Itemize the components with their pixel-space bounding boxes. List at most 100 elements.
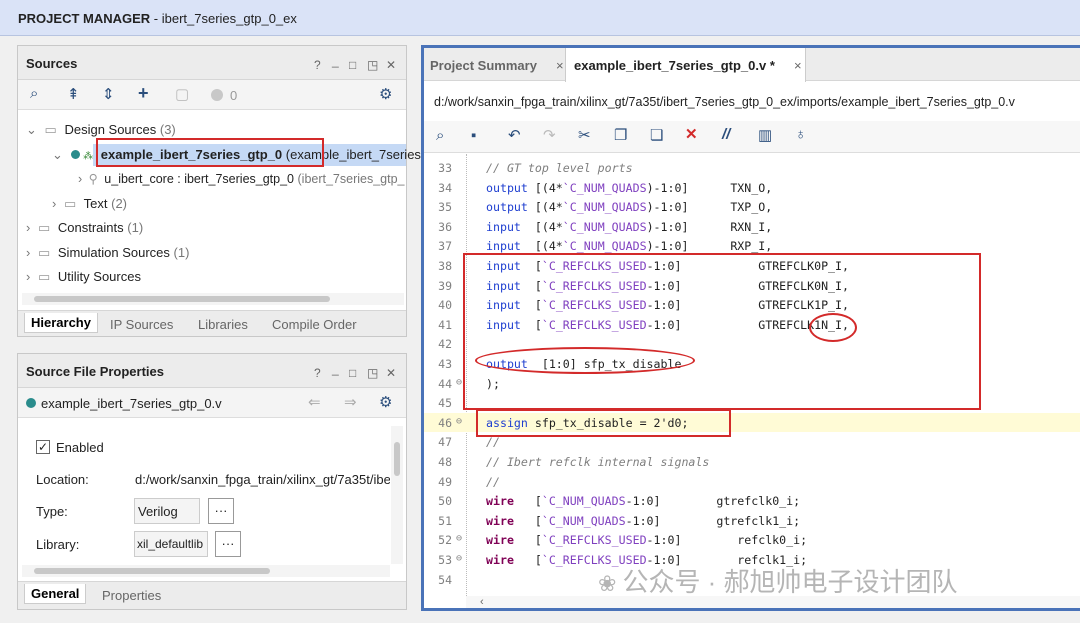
file-name: example_ibert_7series_gtp_0.v — [41, 396, 222, 411]
minimize-button[interactable]: _ — [332, 54, 339, 68]
delete-icon[interactable]: ✕ — [685, 125, 698, 143]
tree-utility[interactable]: › ▭ Utility Sources — [26, 269, 141, 285]
forward-arrow-icon[interactable]: ⇒ — [344, 393, 357, 411]
properties-toolbar: example_ibert_7series_gtp_0.v ⇐ ⇒ ⚙ — [18, 388, 406, 418]
code-line-48[interactable]: 48 // Ibert refclk internal signals — [424, 452, 1080, 472]
code-line-51[interactable]: 51 wire [`C_NUM_QUADS-1:0] gtrefclk1_i; — [424, 511, 1080, 531]
line-number: 48 — [438, 455, 452, 469]
chevron-right-icon: › — [52, 196, 57, 211]
tab-example-file[interactable]: example_ibert_7series_gtp_0.v * × — [565, 48, 806, 82]
library-field[interactable]: xil_defaultlib — [134, 531, 208, 557]
code-text: wire [`C_NUM_QUADS-1:0] gtrefclk1_i; — [486, 513, 801, 528]
title-project: - ibert_7series_gtp_0_ex — [150, 11, 297, 26]
code-line-35[interactable]: 35 output [(4*`C_NUM_QUADS)-1:0] TXP_O, — [424, 197, 1080, 217]
chevron-right-icon: › — [78, 172, 83, 186]
maximize-button[interactable]: □ — [349, 58, 356, 72]
folder-icon: ▭ — [44, 122, 57, 137]
minimize-button[interactable]: _ — [332, 362, 339, 376]
line-number: 36 — [438, 219, 452, 234]
type-more-button[interactable]: ··· — [208, 498, 234, 524]
checkbox-enabled[interactable]: ✓ — [36, 440, 50, 454]
expand-all-icon[interactable]: ⇕ — [102, 85, 115, 103]
line-number: 37 — [438, 239, 452, 254]
title-bar: PROJECT MANAGER - ibert_7series_gtp_0_ex — [0, 0, 1080, 36]
scroll-thumb[interactable] — [34, 296, 330, 302]
code-text: // Ibert refclk internal signals — [486, 455, 710, 469]
folder-icon: ▭ — [37, 220, 51, 235]
cut-icon[interactable]: ✂ — [578, 126, 591, 144]
fold-icon[interactable]: ⊖ — [456, 377, 462, 388]
line-number: 40 — [438, 298, 452, 313]
tree-simulation[interactable]: › ▭ Simulation Sources (1) — [26, 245, 189, 261]
close-button[interactable]: ✕ — [386, 58, 396, 72]
columns-icon[interactable]: ▥ — [758, 126, 772, 144]
code-line-36[interactable]: 36 input [(4*`C_NUM_QUADS)-1:0] RXN_I, — [424, 217, 1080, 237]
code-line-33[interactable]: 33 // GT top level ports — [424, 158, 1080, 178]
close-icon[interactable]: × — [556, 58, 564, 73]
float-button[interactable]: ◳ — [367, 366, 378, 380]
tab-project-summary[interactable]: Project Summary — [430, 58, 537, 73]
code-line-34[interactable]: 34 output [(4*`C_NUM_QUADS)-1:0] TXN_O, — [424, 178, 1080, 198]
tab-properties[interactable]: Properties — [102, 588, 161, 603]
help-button[interactable]: ? — [314, 58, 321, 72]
line-number: 45 — [438, 396, 452, 411]
fold-icon[interactable]: ⊖ — [456, 533, 462, 544]
float-button[interactable]: ◳ — [367, 58, 378, 72]
search-icon[interactable]: ⌕ — [436, 127, 444, 144]
sfp-output-highlight — [475, 347, 695, 374]
save-icon[interactable]: ▪ — [471, 127, 476, 144]
collapse-all-icon[interactable]: ⇞ — [67, 85, 80, 103]
copy-icon[interactable]: ❐ — [614, 126, 627, 144]
title-bold: PROJECT MANAGER — [18, 11, 151, 26]
line-number: 46 — [438, 415, 452, 430]
code-text: output [(4*`C_NUM_QUADS)-1:0] TXN_O, — [486, 180, 773, 195]
code-line-52[interactable]: 52 ⊖ wire [`C_REFCLKS_USED-1:0] refclk0_i; — [424, 530, 1080, 550]
line-number: 50 — [438, 494, 452, 509]
search-icon[interactable]: ⌕ — [30, 85, 38, 102]
gear-icon[interactable]: ⚙ — [379, 393, 392, 411]
library-more-button[interactable]: ··· — [215, 531, 241, 557]
help-button[interactable]: ? — [314, 366, 321, 380]
tab-general[interactable]: General — [24, 584, 87, 604]
code-line-50[interactable]: 50 wire [`C_NUM_QUADS-1:0] gtrefclk0_i; — [424, 491, 1080, 511]
tree-ibert-core[interactable]: › ⚲ u_ibert_core : ibert_7series_gtp_0 (… — [78, 171, 405, 186]
tab-hierarchy[interactable]: Hierarchy — [24, 313, 98, 333]
scroll-thumb[interactable] — [394, 442, 400, 476]
redo-icon[interactable]: ↷ — [543, 126, 556, 144]
paste-icon[interactable]: ❏ — [650, 126, 663, 144]
scroll-thumb[interactable] — [34, 568, 270, 574]
location-value: d:/work/sanxin_fpga_train/xilinx_gt/7a35… — [135, 472, 390, 487]
tree-constraints[interactable]: › ▭ Constraints (1) — [26, 220, 143, 236]
fold-icon[interactable]: ⊖ — [456, 416, 462, 427]
folder-icon: ▭ — [37, 269, 51, 284]
gear-icon[interactable]: ⚙ — [379, 85, 392, 103]
maximize-button[interactable]: □ — [349, 366, 356, 380]
close-button[interactable]: ✕ — [386, 366, 396, 380]
undo-icon[interactable]: ↶ — [508, 126, 521, 144]
disabled-icon[interactable]: ▢ — [175, 85, 189, 103]
line-number: 52 — [438, 533, 452, 548]
lightbulb-icon[interactable]: ♁ — [795, 126, 806, 143]
vertical-scrollbar[interactable] — [391, 426, 403, 564]
code-text: // — [486, 474, 500, 489]
wechat-icon: ❀ — [598, 571, 617, 596]
horizontal-scrollbar[interactable] — [22, 565, 390, 577]
comment-icon[interactable]: // — [722, 126, 730, 143]
close-icon[interactable]: × — [794, 58, 802, 73]
tree-design-sources[interactable]: ⌄ ▭ Design Sources (3) — [26, 122, 176, 138]
tree-text[interactable]: › ▭ Text (2) — [52, 196, 127, 212]
tab-libraries[interactable]: Libraries — [198, 317, 248, 332]
tab-compile-order[interactable]: Compile Order — [272, 317, 357, 332]
back-arrow-icon[interactable]: ⇐ — [308, 393, 321, 411]
chevron-right-icon: › — [26, 220, 31, 235]
add-icon[interactable]: + — [138, 83, 149, 104]
fold-icon[interactable]: ⊖ — [456, 553, 462, 564]
tab-ip-sources[interactable]: IP Sources — [110, 317, 173, 332]
code-line-49[interactable]: 49 // — [424, 472, 1080, 492]
port-suffix-highlight — [809, 313, 857, 342]
horizontal-scrollbar[interactable] — [22, 293, 404, 305]
line-number: 42 — [438, 337, 452, 352]
type-field[interactable]: Verilog — [134, 498, 200, 524]
watermark: ❀ 公众号 · 郝旭帅电子设计团队 — [598, 567, 958, 597]
ports-highlight — [463, 253, 981, 410]
